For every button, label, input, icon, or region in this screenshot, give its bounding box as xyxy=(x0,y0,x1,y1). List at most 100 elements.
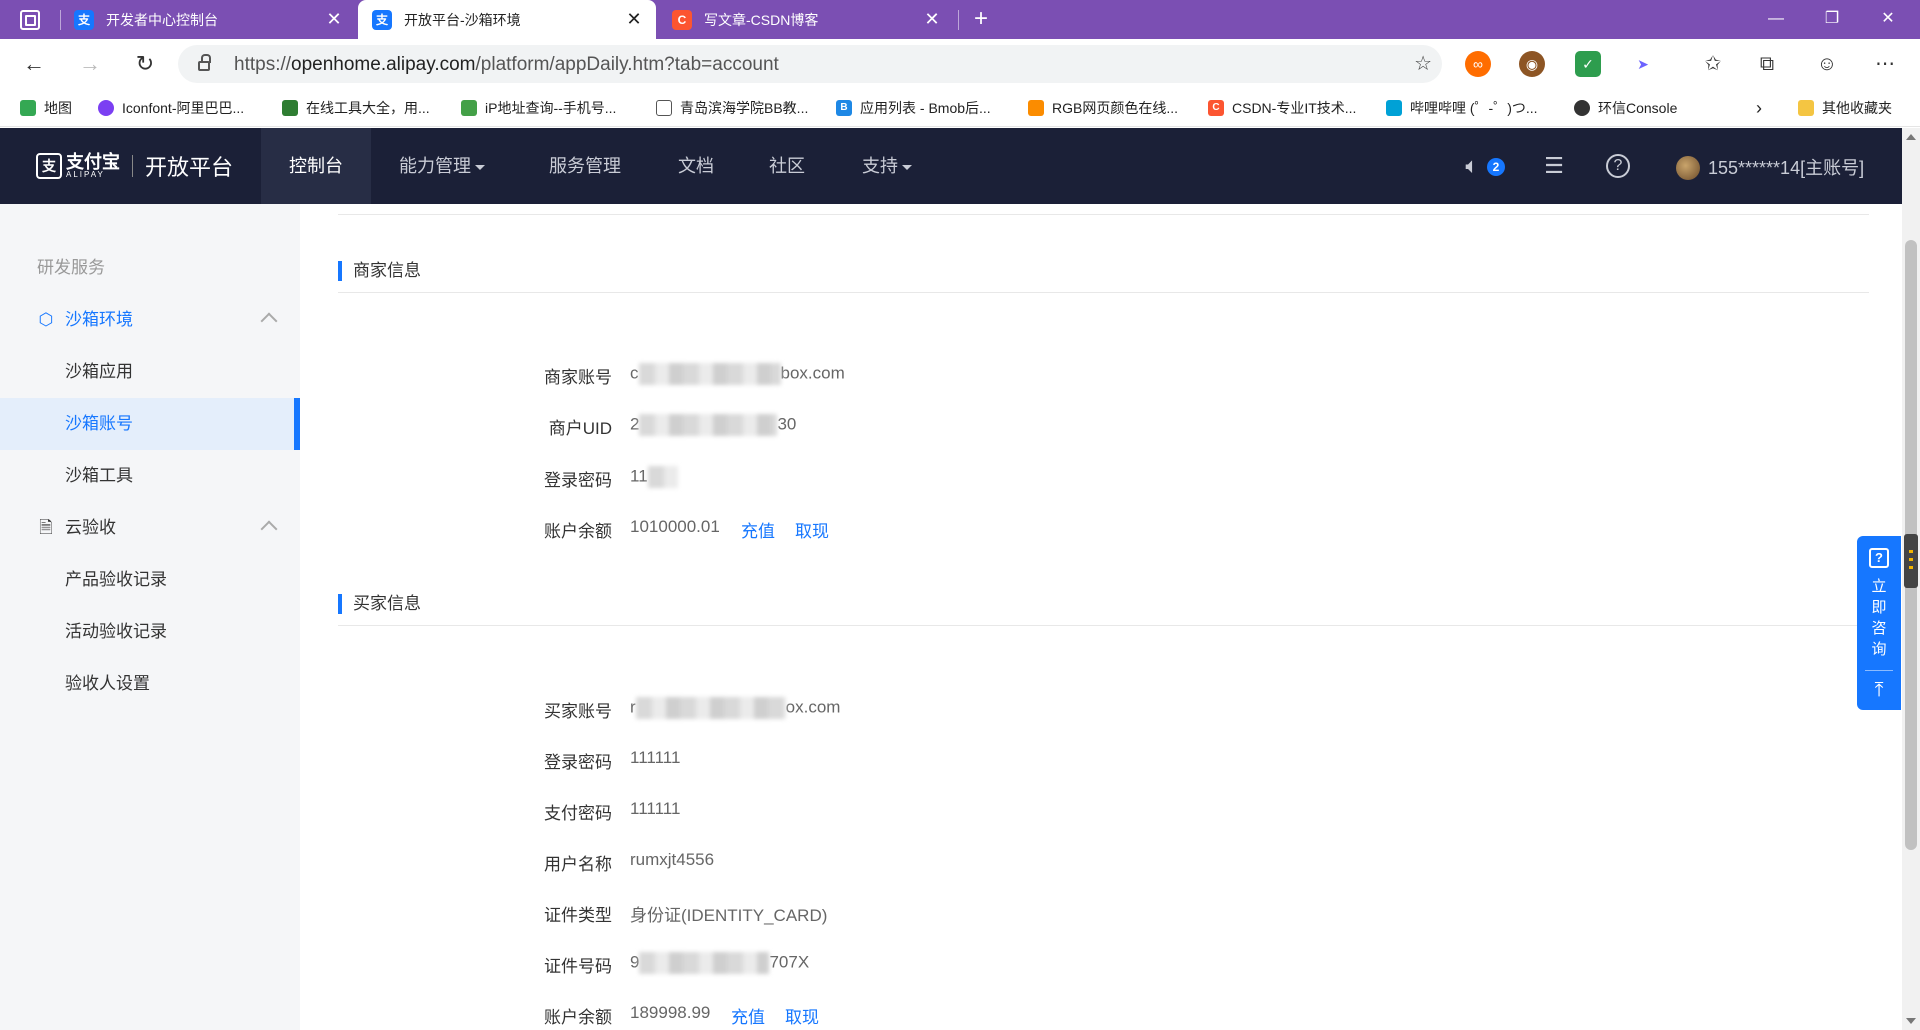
extension-shield-icon[interactable]: ✓ xyxy=(1575,51,1601,77)
merchant-balance-value: 1010000.01 xyxy=(630,517,720,536)
extension-bird-icon[interactable]: ➤ xyxy=(1630,51,1656,77)
bookmark-rgb[interactable]: RGB网页颜色在线... xyxy=(1028,98,1178,118)
nav-support[interactable]: 支持 xyxy=(852,128,922,204)
add-favorite-icon[interactable]: ☆ xyxy=(1414,51,1432,76)
help-icon[interactable]: ? xyxy=(1606,154,1630,178)
more-menu-icon[interactable]: ⋯ xyxy=(1870,49,1900,79)
consult-widget[interactable]: ? 立 即 咨 询 ⤒ xyxy=(1857,536,1901,710)
merchant-recharge-link[interactable]: 充值 xyxy=(741,517,775,542)
nav-capability[interactable]: 能力管理 xyxy=(392,128,492,204)
address-toolbar: ← → ↻ https://openhome.alipay.com/platfo… xyxy=(0,39,1920,89)
bookmark-tools[interactable]: 在线工具大全，用... xyxy=(282,98,430,118)
avatar[interactable] xyxy=(1676,156,1700,180)
caret-down-icon xyxy=(475,164,485,170)
tab-close-icon[interactable]: ✕ xyxy=(320,9,348,30)
bookmark-huanxin[interactable]: 环信Console xyxy=(1574,98,1677,118)
csdn-favicon-icon: C xyxy=(672,9,692,30)
main-content: 商家信息 商家账号 c box.com 商户UID 2 30 登录密码 11 账户余… xyxy=(300,204,1902,1030)
close-window-button[interactable]: ✕ xyxy=(1860,0,1916,39)
extension-monkey-icon[interactable]: ◉ xyxy=(1519,51,1545,77)
tab-title: 写文章-CSDN博客 xyxy=(704,11,819,28)
sidebar-item-sandbox-app[interactable]: 沙箱应用 xyxy=(0,346,300,398)
tab-separator xyxy=(958,10,959,30)
chevron-up-icon xyxy=(260,520,278,538)
nav-service[interactable]: 服务管理 xyxy=(540,128,630,204)
forward-arrow-icon[interactable]: → xyxy=(74,48,106,80)
alipay-logo[interactable]: 支 支付宝 ALIPAY 开放平台 xyxy=(36,150,233,182)
nav-docs[interactable]: 文档 xyxy=(666,128,726,204)
ip-icon xyxy=(461,100,477,116)
scroll-up-arrow-icon[interactable] xyxy=(1906,134,1916,140)
window-menu-icon[interactable] xyxy=(20,10,40,30)
favorites-icon[interactable]: ✩ xyxy=(1698,49,1728,79)
restore-button[interactable]: ❐ xyxy=(1804,0,1860,39)
rgb-icon xyxy=(1028,100,1044,116)
app-header: 支 支付宝 ALIPAY 开放平台 控制台 能力管理 服务管理 文档 社区 支持… xyxy=(0,128,1902,204)
merchant-uid-value: 2 30 xyxy=(630,414,796,436)
iconfont-icon xyxy=(98,100,114,116)
user-account-name[interactable]: 155******14[主账号] xyxy=(1708,154,1864,180)
ticket-icon[interactable]: ☰ xyxy=(1540,152,1568,180)
sidebar-item-activity-records[interactable]: 活动验收记录 xyxy=(0,606,300,658)
bookmark-iconfont[interactable]: Iconfont-阿里巴巴... xyxy=(98,98,244,118)
buyer-withdraw-link[interactable]: 取现 xyxy=(785,1003,819,1028)
sidebar-item-product-records[interactable]: 产品验收记录 xyxy=(0,554,300,606)
bookmark-bmob[interactable]: B 应用列表 - Bmob后... xyxy=(836,98,991,118)
sidebar: 研发服务 ⬡ 沙箱环境 沙箱应用 沙箱账号 沙箱工具 🗎︎ 云验收 产品验收记录… xyxy=(0,204,300,1030)
consult-label[interactable]: 立 即 咨 询 xyxy=(1857,576,1901,660)
bookmarks-bar: 地图 Iconfont-阿里巴巴... 在线工具大全，用... iP地址查询--… xyxy=(0,89,1920,127)
bookmark-ip-query[interactable]: iP地址查询--手机号... xyxy=(461,98,616,118)
lock-icon[interactable] xyxy=(198,54,211,71)
buyer-balance-value: 189998.99 xyxy=(630,1003,711,1022)
buyer-id-type-value: 身份证(IDENTITY_CARD) xyxy=(630,906,828,925)
back-to-top-icon[interactable]: ⤒ xyxy=(1857,676,1901,704)
new-tab-button[interactable]: + xyxy=(966,4,996,34)
tab-developer-console[interactable]: 支 开发者中心控制台 ✕ xyxy=(60,0,356,39)
sidebar-item-acceptor-settings[interactable]: 验收人设置 xyxy=(0,658,300,710)
merchant-withdraw-link[interactable]: 取现 xyxy=(795,517,829,542)
sidebar-item-sandbox-env[interactable]: ⬡ 沙箱环境 xyxy=(0,294,300,346)
bookmark-bilibili[interactable]: 哔哩哔哩 (゜-゜)つ... xyxy=(1386,98,1538,118)
nav-community[interactable]: 社区 xyxy=(757,128,817,204)
profile-icon[interactable]: ☺ xyxy=(1812,49,1842,79)
platform-title: 开放平台 xyxy=(145,155,234,180)
bookmark-map[interactable]: 地图 xyxy=(20,98,72,118)
back-arrow-icon[interactable]: ← xyxy=(18,48,50,80)
sidebar-item-sandbox-tools[interactable]: 沙箱工具 xyxy=(0,450,300,502)
tab-sandbox[interactable]: 支 开放平台-沙箱环境 ✕ xyxy=(358,0,656,39)
speaker-icon[interactable]: 🔈︎ xyxy=(1458,152,1486,180)
logo-divider xyxy=(132,155,133,177)
sidebar-item-cloud-acceptance[interactable]: 🗎︎ 云验收 xyxy=(0,502,300,554)
scroll-down-arrow-icon[interactable] xyxy=(1906,1018,1916,1024)
more-bookmarks-chevron-icon[interactable]: › xyxy=(1756,98,1762,118)
extension-infinity-icon[interactable]: ∞ xyxy=(1465,51,1491,77)
bookmark-csdn[interactable]: C CSDN-专业IT技术... xyxy=(1208,98,1356,118)
consult-char: 咨 xyxy=(1871,620,1887,637)
consult-char: 立 xyxy=(1871,578,1887,595)
scroll-handle-icon[interactable] xyxy=(1904,534,1918,588)
redacted-blur xyxy=(639,414,778,436)
buyer-recharge-link[interactable]: 充值 xyxy=(731,1003,765,1028)
browser-tab-strip: 支 开发者中心控制台 ✕ 支 开放平台-沙箱环境 ✕ C 写文章-CSDN博客 … xyxy=(0,0,1920,39)
collections-icon[interactable]: ⧉ xyxy=(1752,49,1782,79)
buyer-username-label: 用户名称 xyxy=(544,855,612,874)
buyer-section-title: 买家信息 xyxy=(338,594,421,614)
buyer-id-type-label: 证件类型 xyxy=(544,906,612,925)
consult-char: 询 xyxy=(1871,641,1887,658)
nav-console[interactable]: 控制台 xyxy=(261,128,371,204)
tab-csdn[interactable]: C 写文章-CSDN博客 ✕ xyxy=(658,0,954,39)
url-text[interactable]: https://openhome.alipay.com/platform/app… xyxy=(234,54,779,76)
tab-close-icon[interactable]: ✕ xyxy=(620,9,648,30)
alipay-favicon-icon: 支 xyxy=(74,9,94,30)
minimize-button[interactable]: — xyxy=(1748,0,1804,39)
merchant-account-value: c box.com xyxy=(630,363,845,385)
bilibili-icon xyxy=(1386,100,1402,116)
buyer-pay-password-label: 支付密码 xyxy=(544,804,612,823)
tab-close-icon[interactable]: ✕ xyxy=(918,9,946,30)
address-bar[interactable]: https://openhome.alipay.com/platform/app… xyxy=(178,45,1442,83)
other-bookmarks-folder[interactable]: 其他收藏夹 xyxy=(1798,98,1892,118)
merchant-section-title: 商家信息 xyxy=(338,261,421,281)
sidebar-item-sandbox-account[interactable]: 沙箱账号 xyxy=(0,398,300,450)
reload-icon[interactable]: ↻ xyxy=(129,48,161,80)
bookmark-bb[interactable]: 青岛滨海学院BB教... xyxy=(656,98,808,118)
